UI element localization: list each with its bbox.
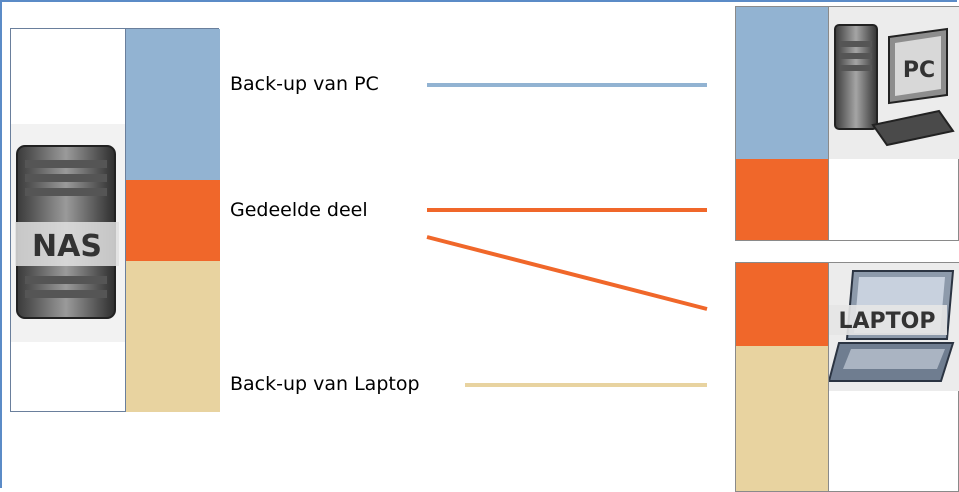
pc-shared-segment (736, 159, 829, 240)
laptop-icon: LAPTOP (827, 263, 959, 391)
shared-label: Gedeelde deel (230, 199, 368, 221)
laptop-backup-label: Back-up van Laptop (230, 373, 420, 395)
pc-backup-label: Back-up van PC (230, 73, 379, 95)
pc-box: PC (735, 6, 959, 241)
laptop-shared-segment (736, 263, 829, 347)
pc-icon-label: PC (903, 58, 935, 83)
laptop-backup-segment (736, 346, 829, 491)
shared-line-laptop (426, 235, 708, 311)
desktop-pc-icon: PC (829, 7, 959, 159)
laptop-box: LAPTOP (735, 262, 959, 492)
pc-backup-segment (736, 7, 829, 160)
laptop-icon-label: LAPTOP (838, 309, 935, 334)
